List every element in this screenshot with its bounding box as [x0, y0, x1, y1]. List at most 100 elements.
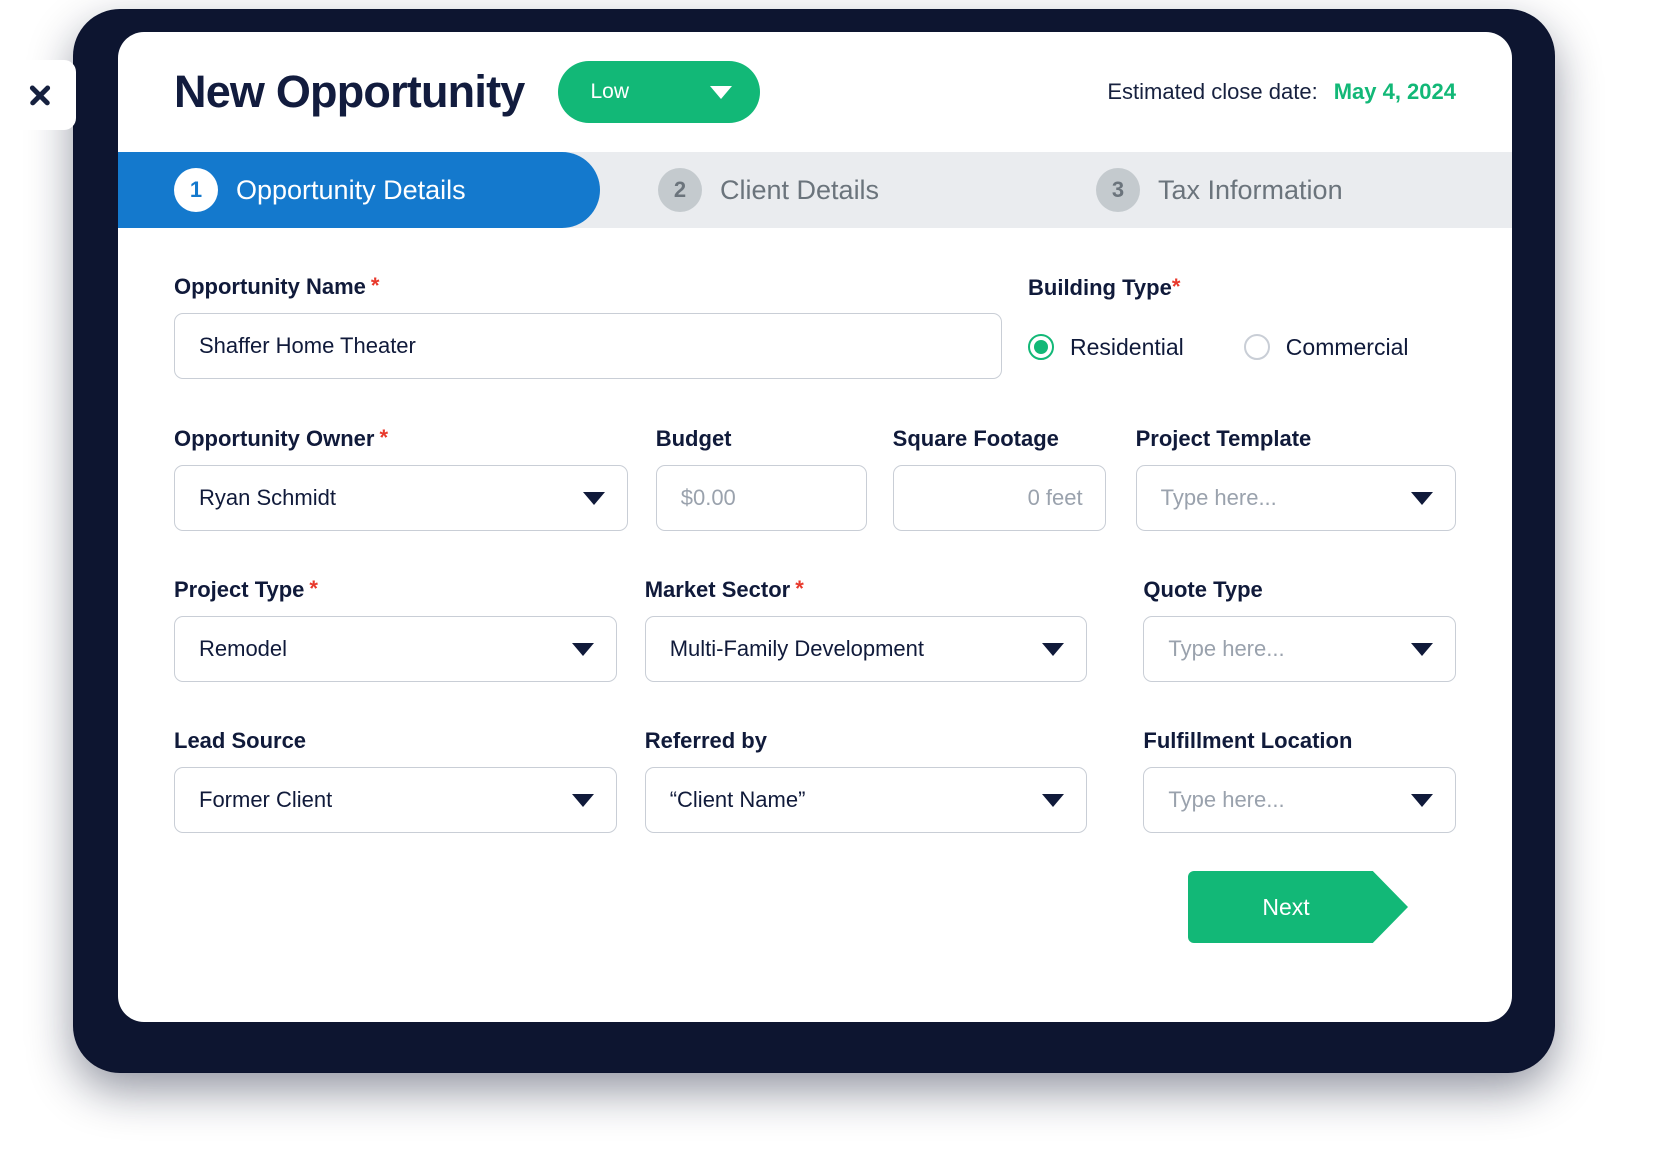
chevron-down-icon	[1411, 491, 1433, 505]
step-number-2: 2	[658, 168, 702, 212]
referred-by-select[interactable]: “Client Name”	[644, 767, 1088, 833]
priority-select[interactable]: Low	[558, 61, 761, 123]
fulfillment-location-placeholder: Type here...	[1168, 787, 1285, 812]
wizard-stepper: 1 Opportunity Details 2 Client Details 3…	[118, 152, 1512, 228]
budget-input[interactable]: $0.00	[655, 465, 867, 531]
project-type-field: Project Type * Remodel	[174, 577, 617, 682]
close-icon	[27, 82, 53, 108]
form-row-4: Lead Source Former Client Referred by “C…	[174, 728, 1457, 833]
square-footage-field: Square Footage 0 feet	[892, 426, 1106, 531]
project-type-label-text: Project Type	[174, 577, 305, 602]
tab-tax-information[interactable]: 3 Tax Information	[1040, 152, 1512, 228]
priority-value: Low	[590, 80, 630, 103]
opportunity-name-label-text: Opportunity Name	[174, 274, 366, 299]
opportunity-name-value: Shaffer Home Theater	[199, 333, 416, 358]
opportunity-owner-label-text: Opportunity Owner	[174, 426, 375, 451]
step-number-3: 3	[1096, 168, 1140, 212]
required-asterisk: *	[309, 576, 318, 601]
page-title: New Opportunity	[174, 66, 525, 117]
budget-field: Budget $0.00	[655, 426, 867, 531]
estimated-close-date: Estimated close date: May 4, 2024	[1107, 79, 1456, 105]
lead-source-field: Lead Source Former Client	[174, 728, 617, 833]
project-template-select[interactable]: Type here...	[1135, 465, 1456, 531]
estimated-close-date-value[interactable]: May 4, 2024	[1334, 79, 1456, 105]
radio-selected-icon	[1028, 334, 1054, 360]
building-type-field: Building Type * Residential Commercial	[1028, 274, 1408, 380]
quote-type-select[interactable]: Type here...	[1143, 616, 1457, 682]
fulfillment-location-select[interactable]: Type here...	[1143, 767, 1457, 833]
referred-by-field: Referred by “Client Name”	[644, 728, 1088, 833]
project-type-select[interactable]: Remodel	[174, 616, 617, 682]
opportunity-owner-label: Opportunity Owner *	[174, 426, 628, 452]
budget-label: Budget	[656, 426, 867, 452]
building-type-label-text: Building Type	[1028, 275, 1172, 300]
chevron-down-icon	[1042, 793, 1065, 807]
square-footage-placeholder: 0 feet	[1027, 485, 1083, 510]
opportunity-name-label: Opportunity Name *	[174, 274, 1002, 300]
square-footage-label: Square Footage	[893, 426, 1106, 452]
radio-unselected-icon	[1243, 334, 1270, 360]
chevron-down-icon	[1411, 642, 1434, 656]
opportunity-name-field: Opportunity Name * Shaffer Home Theater	[174, 274, 1002, 380]
chevron-down-icon	[582, 491, 605, 505]
square-footage-label-text: Square Footage	[892, 426, 1059, 451]
step-label-1: Opportunity Details	[236, 174, 466, 205]
form-row-2: Opportunity Owner * Ryan Schmidt Budget …	[174, 426, 1456, 531]
radio-residential-label: Residential	[1070, 333, 1184, 360]
chevron-down-icon	[571, 642, 594, 656]
opportunity-name-input[interactable]: Shaffer Home Theater	[174, 313, 1002, 379]
project-type-value: Remodel	[199, 636, 288, 661]
project-template-placeholder: Type here...	[1160, 485, 1277, 510]
chevron-down-icon	[710, 85, 733, 99]
radio-residential[interactable]: Residential	[1028, 334, 1184, 361]
square-footage-input[interactable]: 0 feet	[892, 465, 1106, 531]
lead-source-label: Lead Source	[174, 728, 617, 754]
lead-source-value: Former Client	[199, 787, 333, 812]
screenshot-stage: New Opportunity Low Estimated close date…	[0, 0, 1656, 1172]
quote-type-placeholder: Type here...	[1168, 636, 1285, 661]
dialog-footer: Next	[174, 833, 1456, 983]
project-template-label: Project Template	[1136, 426, 1456, 452]
tab-client-details[interactable]: 2 Client Details	[600, 152, 1040, 228]
fulfillment-location-field: Fulfillment Location Type here...	[1143, 728, 1457, 833]
lead-source-label-text: Lead Source	[174, 728, 307, 753]
radio-commercial[interactable]: Commercial	[1243, 333, 1409, 361]
required-asterisk: *	[370, 273, 380, 298]
required-asterisk: *	[379, 425, 389, 450]
step-label-2: Client Details	[720, 174, 880, 205]
form-row-1: Opportunity Name * Shaffer Home Theater …	[174, 274, 1456, 380]
building-type-radio-group: Residential Commercial	[1028, 314, 1408, 380]
budget-label-text: Budget	[655, 426, 732, 451]
opportunity-owner-select[interactable]: Ryan Schmidt	[174, 465, 628, 531]
required-asterisk: *	[795, 576, 804, 601]
close-button[interactable]	[4, 60, 76, 130]
next-button[interactable]: Next	[1188, 871, 1408, 943]
estimated-close-date-label: Estimated close date:	[1107, 79, 1318, 104]
quote-type-label-text: Quote Type	[1143, 577, 1263, 602]
project-template-field: Project Template Type here...	[1135, 426, 1456, 531]
opportunity-owner-field: Opportunity Owner * Ryan Schmidt	[174, 426, 628, 531]
referred-by-label-text: Referred by	[644, 728, 767, 753]
budget-placeholder: $0.00	[680, 485, 736, 510]
referred-by-value: “Client Name”	[669, 787, 806, 812]
fulfillment-location-label-text: Fulfillment Location	[1143, 728, 1353, 753]
project-type-label: Project Type *	[174, 577, 617, 603]
market-sector-label-text: Market Sector	[644, 577, 791, 602]
chevron-down-icon	[571, 793, 594, 807]
quote-type-label: Quote Type	[1143, 577, 1456, 603]
radio-commercial-label: Commercial	[1285, 333, 1409, 360]
market-sector-select[interactable]: Multi-Family Development	[644, 616, 1088, 682]
form-row-3: Project Type * Remodel Market Sector * M…	[174, 577, 1457, 682]
opportunity-owner-value: Ryan Schmidt	[199, 485, 336, 510]
building-type-label: Building Type *	[1028, 275, 1408, 301]
required-asterisk: *	[1171, 274, 1181, 299]
step-label-3: Tax Information	[1158, 174, 1343, 205]
lead-source-select[interactable]: Former Client	[174, 767, 617, 833]
project-template-label-text: Project Template	[1135, 426, 1312, 451]
fulfillment-location-label: Fulfillment Location	[1143, 728, 1456, 754]
tab-opportunity-details[interactable]: 1 Opportunity Details	[118, 152, 600, 228]
opportunity-details-form: Opportunity Name * Shaffer Home Theater …	[118, 228, 1512, 983]
dialog-header: New Opportunity Low Estimated close date…	[118, 32, 1512, 152]
market-sector-value: Multi-Family Development	[669, 636, 924, 661]
market-sector-label: Market Sector *	[645, 577, 1088, 603]
